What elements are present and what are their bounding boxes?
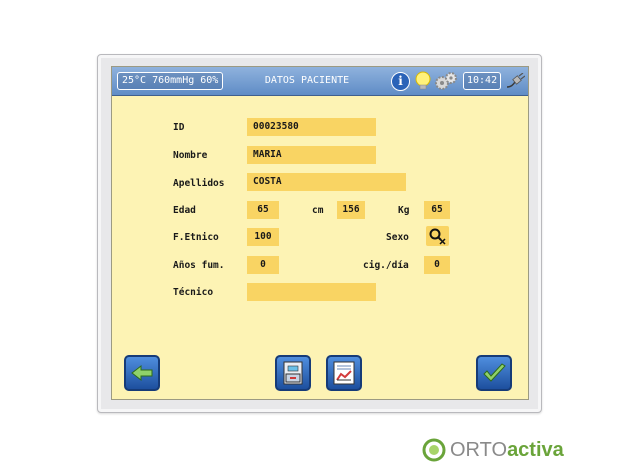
confirm-button[interactable] [476, 355, 512, 391]
weight-field[interactable]: 65 [424, 201, 450, 219]
id-label: ID [173, 122, 185, 133]
logo-text-part1: ORTO [450, 439, 508, 461]
archive-drawer-icon [283, 361, 303, 385]
cigarettes-per-day-label: cig./día [363, 260, 409, 271]
weight-unit-label: Kg [398, 205, 410, 216]
environment-readout: 25°C 760mmHg 60% [117, 72, 224, 90]
id-field[interactable]: 00023580 [247, 118, 376, 136]
anos-fumador-label: Años fum. [173, 260, 225, 271]
report-button[interactable] [326, 355, 362, 391]
checkmark-icon [483, 363, 506, 382]
tecnico-label: Técnico [173, 287, 214, 298]
apellidos-label: Apellidos [173, 178, 225, 189]
edad-field[interactable]: 65 [247, 201, 279, 219]
nombre-field[interactable]: MARIA [247, 146, 376, 164]
ortoactiva-logo: ORTOactiva [420, 436, 564, 466]
height-field[interactable]: 156 [337, 201, 365, 219]
cigarettes-per-day-field[interactable]: 0 [424, 256, 450, 274]
logo-text: ORTOactiva [450, 439, 564, 462]
fetnico-label: F.Etnico [173, 232, 219, 243]
clock-readout: 10:42 [463, 72, 502, 90]
sex-select-button[interactable] [426, 226, 449, 246]
back-button[interactable] [124, 355, 160, 391]
logo-circle-icon [422, 438, 446, 462]
power-plug-icon [506, 73, 525, 88]
arrow-left-icon [131, 364, 153, 382]
page-title: DATOS PACIENTE [264, 75, 350, 86]
edad-label: Edad [173, 205, 196, 216]
sexo-label: Sexo [386, 232, 409, 243]
report-chart-icon [333, 361, 355, 385]
height-unit-label: cm [312, 205, 324, 216]
gender-icon [429, 228, 446, 245]
lightbulb-icon[interactable] [414, 71, 432, 91]
settings-gears-icon[interactable] [434, 71, 458, 91]
logo-text-part2: activa [507, 439, 564, 461]
nombre-label: Nombre [173, 150, 208, 161]
anos-fumador-field[interactable]: 0 [247, 256, 279, 274]
tecnico-field[interactable] [247, 283, 376, 301]
info-icon[interactable]: i [391, 72, 410, 91]
apellidos-field[interactable]: COSTA [247, 173, 406, 191]
fetnico-field[interactable]: 100 [247, 228, 279, 246]
database-button[interactable] [275, 355, 311, 391]
patient-data-screen: 25°C 760mmHg 60% DATOS PACIENTE i 10:42 … [111, 66, 529, 400]
title-bar: 25°C 760mmHg 60% DATOS PACIENTE i 10:42 [112, 67, 528, 96]
